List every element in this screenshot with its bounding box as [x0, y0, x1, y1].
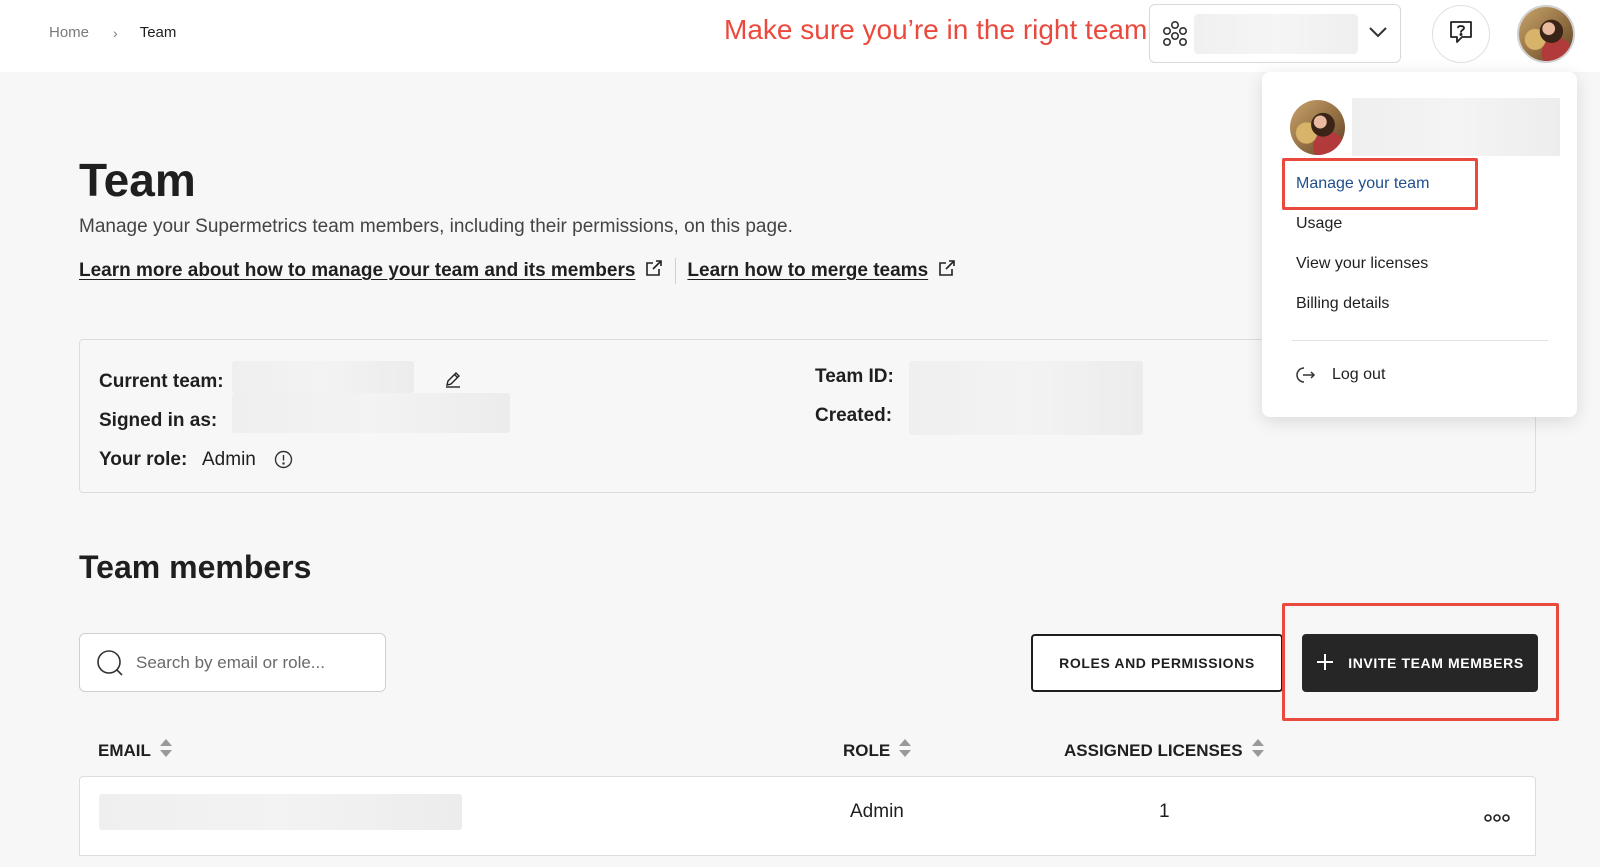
- invite-button-label: INVITE TEAM MEMBERS: [1348, 655, 1524, 671]
- page-title: Team: [79, 154, 196, 206]
- member-role: Admin: [850, 801, 904, 822]
- search-icon: [96, 649, 124, 682]
- column-header-licenses[interactable]: ASSIGNED LICENSES: [1064, 738, 1265, 763]
- team-members-title: Team members: [79, 549, 312, 585]
- more-options-icon[interactable]: [1484, 810, 1510, 828]
- current-team-value: [232, 361, 414, 393]
- roles-and-permissions-button[interactable]: ROLES AND PERMISSIONS: [1031, 634, 1283, 692]
- breadcrumb-separator: ›: [113, 24, 118, 41]
- signed-in-label: Signed in as:: [99, 410, 218, 431]
- role-label: Your role:: [99, 449, 188, 470]
- plus-icon: [1316, 653, 1334, 674]
- logout-icon: [1296, 367, 1316, 383]
- team-icon: [1162, 20, 1188, 53]
- menu-item-view-licenses[interactable]: View your licenses: [1296, 255, 1428, 273]
- sort-icon: [1251, 738, 1265, 763]
- invite-team-members-button[interactable]: INVITE TEAM MEMBERS: [1302, 634, 1538, 692]
- info-icon[interactable]: [274, 450, 293, 474]
- help-chat-icon: [1447, 18, 1475, 51]
- team-id-value: [909, 361, 1143, 435]
- breadcrumb: Home › Team: [49, 24, 176, 41]
- member-licenses: 1: [1159, 801, 1170, 822]
- breadcrumb-current: Team: [139, 24, 177, 41]
- column-label-role: ROLE: [843, 740, 891, 760]
- annotation-text: Make sure you’re in the right team: [724, 14, 1148, 45]
- account-dropdown: Manage your team Usage View your license…: [1262, 72, 1577, 417]
- menu-item-log-out[interactable]: Log out: [1296, 366, 1385, 384]
- external-link-icon[interactable]: [938, 259, 956, 283]
- search-input[interactable]: [136, 651, 366, 675]
- menu-divider: [1292, 340, 1548, 341]
- breadcrumb-home[interactable]: Home: [49, 24, 89, 41]
- sort-icon: [898, 738, 912, 763]
- edit-pencil-icon[interactable]: [444, 370, 462, 393]
- column-label-email: EMAIL: [98, 740, 151, 760]
- member-email: [99, 794, 462, 830]
- current-team-label: Current team:: [99, 371, 224, 392]
- link-manage-team[interactable]: Learn more about how to manage your team…: [79, 260, 635, 282]
- help-links: Learn more about how to manage your team…: [79, 258, 956, 284]
- help-button[interactable]: [1432, 5, 1490, 63]
- sort-icon: [159, 738, 173, 763]
- page-description: Manage your Supermetrics team members, i…: [79, 216, 793, 237]
- external-link-icon[interactable]: [645, 259, 663, 283]
- menu-item-manage-team[interactable]: Manage your team: [1296, 175, 1429, 193]
- top-bar: Home › Team Make sure you’re in the righ…: [0, 0, 1600, 72]
- column-label-licenses: ASSIGNED LICENSES: [1064, 740, 1243, 760]
- table-row: Admin 1: [79, 776, 1536, 856]
- column-header-role[interactable]: ROLE: [843, 738, 912, 763]
- link-merge-teams[interactable]: Learn how to merge teams: [687, 260, 928, 282]
- avatar-image: [1519, 7, 1573, 61]
- menu-item-usage[interactable]: Usage: [1296, 215, 1342, 233]
- role-value: Admin: [202, 449, 256, 470]
- column-header-email[interactable]: EMAIL: [98, 738, 173, 763]
- menu-item-billing-details[interactable]: Billing details: [1296, 295, 1389, 313]
- team-selector[interactable]: [1149, 4, 1401, 63]
- dropdown-avatar: [1290, 100, 1345, 155]
- chevron-down-icon: [1368, 25, 1388, 44]
- search-field[interactable]: [79, 633, 386, 692]
- dropdown-user-name: [1352, 98, 1560, 156]
- team-id-label: Team ID:: [815, 366, 894, 387]
- signed-in-value: [232, 393, 510, 433]
- created-label: Created:: [815, 405, 893, 426]
- link-divider: [675, 258, 677, 284]
- team-name-redacted: [1194, 14, 1358, 54]
- avatar-image: [1290, 100, 1345, 155]
- logout-label: Log out: [1332, 366, 1386, 383]
- avatar[interactable]: [1517, 5, 1575, 63]
